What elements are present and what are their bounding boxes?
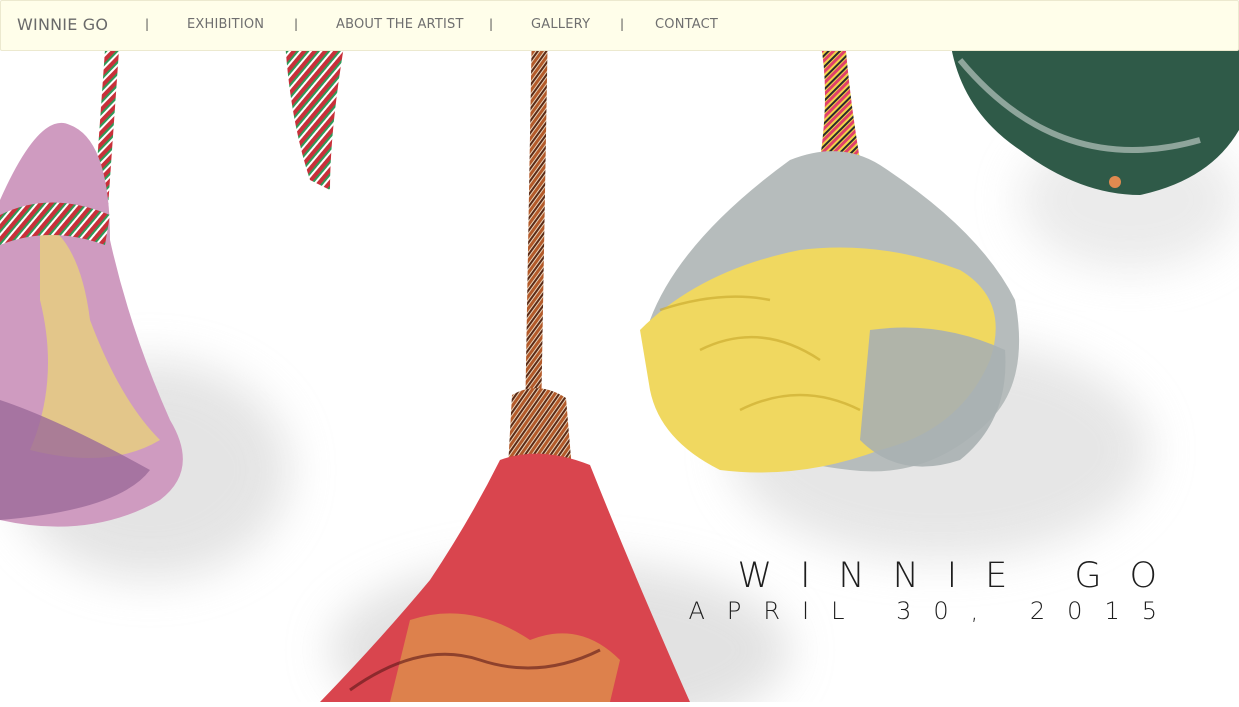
rope-tie-icon: [285, 40, 345, 190]
top-navigation-bar: WINNIE GO | EXHIBITION | ABOUT THE ARTIS…: [0, 0, 1239, 51]
yellow-ceramic-tassel-icon: [640, 40, 1020, 473]
nav-separator: |: [294, 17, 299, 31]
hero-date: APRIL 30, 2015: [688, 597, 1179, 625]
nav-link-exhibition[interactable]: EXHIBITION: [187, 1, 264, 50]
green-ceramic-tassel-icon: [950, 40, 1239, 195]
nav-separator: |: [489, 17, 494, 31]
hero-title: WINNIE GO: [737, 556, 1185, 596]
brand-logo-link[interactable]: WINNIE GO: [17, 1, 108, 50]
pink-ceramic-tassel-icon: [0, 39, 183, 527]
nav-link-gallery[interactable]: GALLERY: [531, 1, 590, 50]
nav-link-contact[interactable]: CONTACT: [655, 1, 718, 50]
nav-link-about-the-artist[interactable]: ABOUT THE ARTIST: [336, 1, 464, 50]
nav-separator: |: [145, 17, 150, 31]
nav-separator: |: [620, 17, 625, 31]
hero-artwork-image: WINNIE GO APRIL 30, 2015: [0, 0, 1239, 707]
